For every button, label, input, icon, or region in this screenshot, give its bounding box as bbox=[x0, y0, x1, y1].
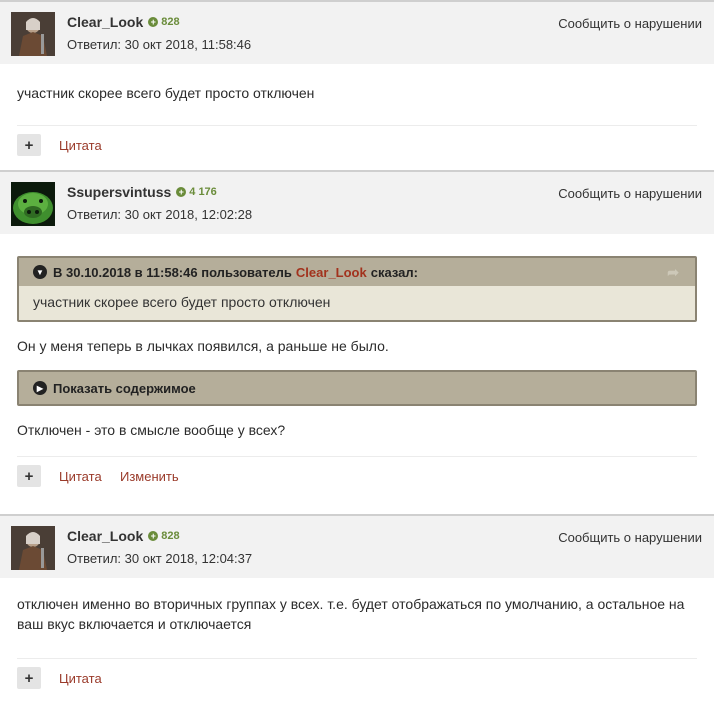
reputation: + 828 bbox=[148, 16, 180, 28]
plus-circle-icon: + bbox=[148, 17, 159, 27]
post-text: отключен именно во вторичных группах у в… bbox=[17, 596, 685, 632]
post-date: Ответил: 30 окт 2018, 12:02:28 bbox=[67, 207, 253, 222]
quote-link[interactable]: Цитата bbox=[59, 138, 102, 153]
author-line: Clear_Look + 828 bbox=[67, 528, 180, 544]
reputation-value: 828 bbox=[161, 530, 180, 542]
quote-header[interactable]: ▼ В 30.10.2018 в 11:58:46 пользователь C… bbox=[19, 258, 695, 286]
quote-user[interactable]: Clear_Look bbox=[296, 265, 367, 280]
reputation: + 828 bbox=[148, 530, 180, 542]
author-name[interactable]: Ssupersvintuss bbox=[67, 184, 171, 200]
post-actions: + Цитата Изменить bbox=[17, 456, 697, 501]
chevron-down-icon[interactable]: ▼ bbox=[33, 265, 47, 279]
post-actions: + Цитата bbox=[17, 125, 697, 170]
post-header: Ssupersvintuss + 4 176 Ответил: 30 окт 2… bbox=[0, 170, 714, 234]
post-header: Clear_Look + 828 Ответил: 30 окт 2018, 1… bbox=[0, 514, 714, 578]
post-1: Clear_Look + 828 Ответил: 30 окт 2018, 1… bbox=[0, 0, 714, 170]
avatar[interactable] bbox=[11, 182, 55, 226]
author-line: Ssupersvintuss + 4 176 bbox=[67, 184, 217, 200]
share-icon[interactable]: ➦ bbox=[667, 264, 679, 281]
post-body: участник скорее всего будет просто отклю… bbox=[0, 64, 714, 121]
post-3: Clear_Look + 828 Ответил: 30 окт 2018, 1… bbox=[0, 514, 714, 703]
post-date: Ответил: 30 окт 2018, 11:58:46 bbox=[67, 37, 252, 52]
reputation: + 4 176 bbox=[176, 186, 217, 198]
reputation-value: 828 bbox=[161, 16, 180, 28]
post-text: участник скорее всего будет просто отклю… bbox=[17, 85, 315, 101]
quote-block: ▼ В 30.10.2018 в 11:58:46 пользователь C… bbox=[17, 256, 697, 322]
spoiler-label: Показать содержимое bbox=[53, 380, 196, 396]
report-link[interactable]: Сообщить о нарушении bbox=[558, 530, 702, 545]
avatar[interactable] bbox=[11, 526, 55, 570]
plus-button[interactable]: + bbox=[17, 667, 41, 689]
plus-button[interactable]: + bbox=[17, 465, 41, 487]
quote-link[interactable]: Цитата bbox=[59, 671, 102, 686]
post-2: Ssupersvintuss + 4 176 Ответил: 30 окт 2… bbox=[0, 170, 714, 514]
report-link[interactable]: Сообщить о нарушении bbox=[558, 186, 702, 201]
plus-circle-icon: + bbox=[176, 187, 187, 197]
avatar[interactable] bbox=[11, 12, 55, 56]
post-body: Он у меня теперь в лычках появился, а ра… bbox=[0, 322, 714, 370]
post-text: Отключен - это в смысле вообще у всех? bbox=[17, 422, 286, 438]
spoiler-toggle[interactable]: ▶ Показать содержимое bbox=[17, 370, 697, 406]
plus-button[interactable]: + bbox=[17, 134, 41, 156]
quote-link[interactable]: Цитата bbox=[59, 469, 102, 484]
post-text: Он у меня теперь в лычках появился, а ра… bbox=[17, 338, 389, 354]
post-header: Clear_Look + 828 Ответил: 30 окт 2018, 1… bbox=[0, 0, 714, 64]
post-actions: + Цитата bbox=[17, 658, 697, 703]
post-date: Ответил: 30 окт 2018, 12:04:37 bbox=[67, 551, 253, 566]
post-body: отключен именно во вторичных группах у в… bbox=[0, 578, 714, 658]
quote-text: участник скорее всего будет просто отклю… bbox=[33, 294, 331, 310]
report-link[interactable]: Сообщить о нарушении bbox=[558, 16, 702, 31]
author-name[interactable]: Clear_Look bbox=[67, 14, 143, 30]
author-line: Clear_Look + 828 bbox=[67, 14, 180, 30]
quote-suffix: сказал: bbox=[370, 264, 418, 280]
post-body: Отключен - это в смысле вообще у всех? bbox=[0, 406, 714, 456]
reputation-value: 4 176 bbox=[189, 186, 217, 198]
edit-link[interactable]: Изменить bbox=[120, 469, 179, 484]
plus-circle-icon: + bbox=[148, 531, 159, 541]
quote-prefix: В 30.10.2018 в 11:58:46 пользователь bbox=[53, 264, 292, 280]
chevron-right-icon: ▶ bbox=[33, 381, 47, 395]
author-name[interactable]: Clear_Look bbox=[67, 528, 143, 544]
